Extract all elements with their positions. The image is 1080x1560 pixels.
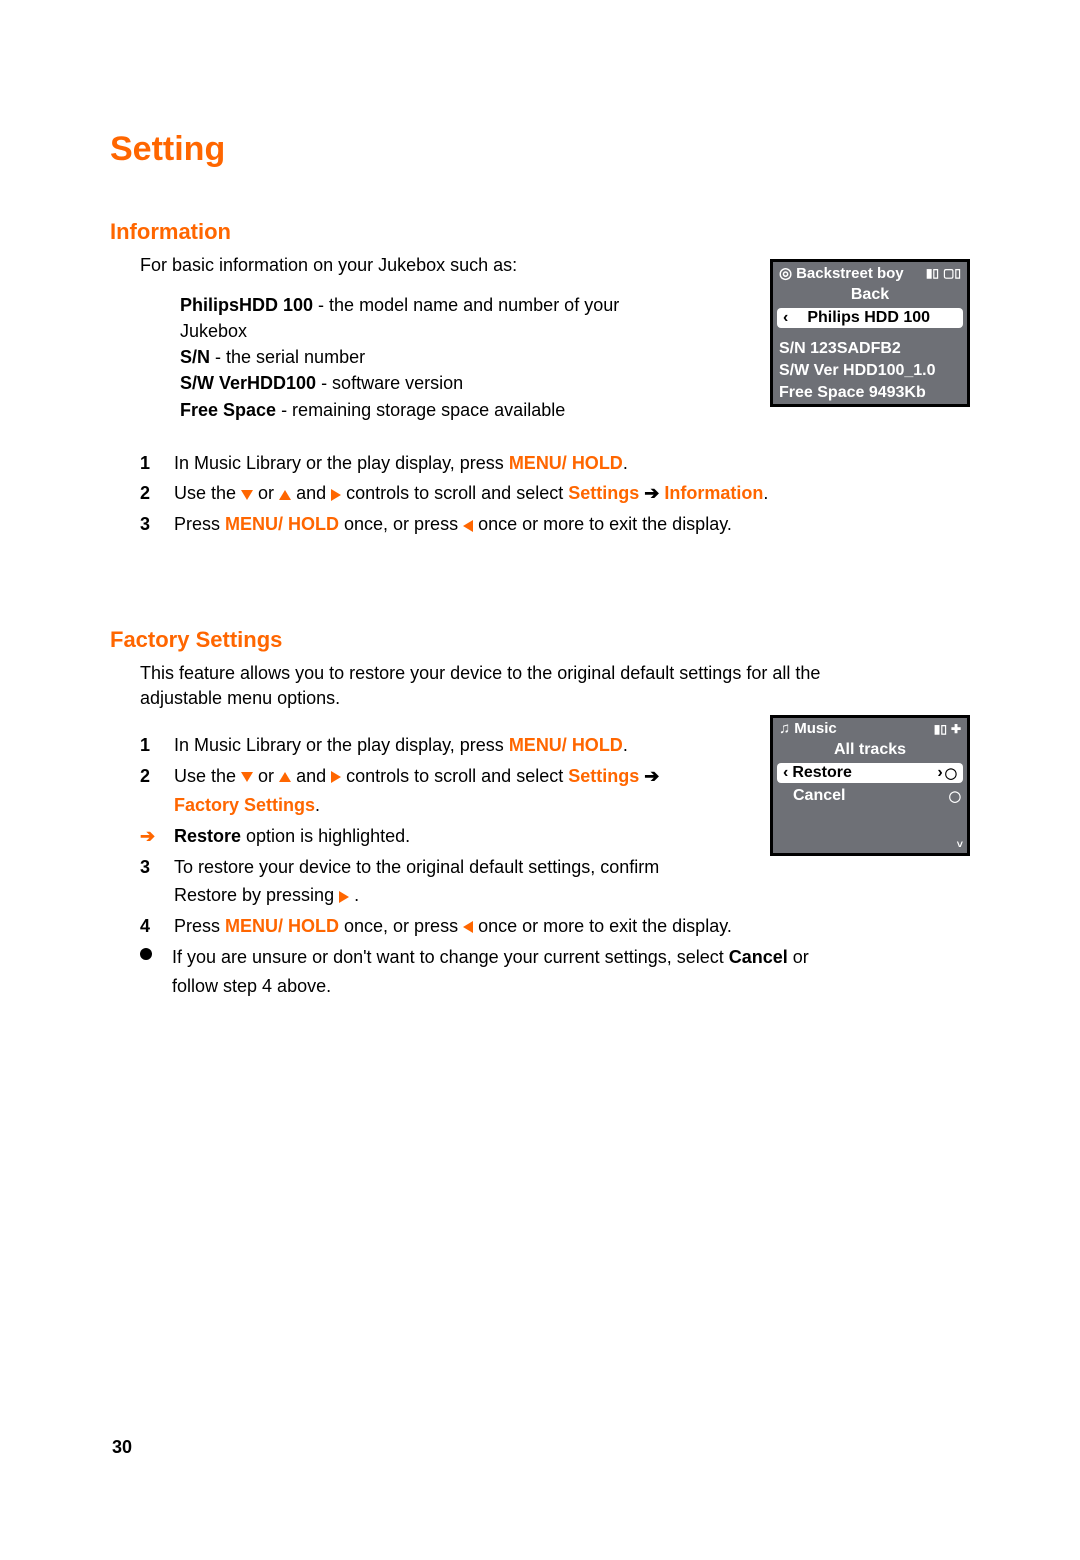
device-selected-label: Philips HDD 100 (807, 309, 930, 327)
music-note-icon: ♫ (779, 720, 790, 737)
triangle-up-icon (279, 490, 291, 500)
information-heading: Information (110, 219, 970, 245)
dot-icon: ◯ (949, 790, 961, 803)
step-number: 1 (140, 731, 174, 760)
triangle-right-icon (331, 489, 341, 501)
device-info-sn: S/N 123SADFB2 (773, 338, 967, 360)
device-row-cancel: Cancel ◯ (773, 785, 967, 807)
step-number: 1 (140, 449, 174, 478)
status-song: Backstreet boy (796, 265, 904, 282)
device-row-restore: ‹ Restore › ◯ (777, 763, 963, 783)
arrow-right-icon (644, 766, 659, 786)
left-arrow-icon: ‹ (783, 309, 788, 327)
information-intro: For basic information on your Jukebox su… (140, 253, 650, 278)
info-item-free: Free Space - remaining storage space ava… (180, 397, 640, 423)
manual-page: Setting ◎ Backstreet boy ▮▯ ▢▯ Back (0, 0, 1080, 1001)
factory-note-bullet: If you are unsure or don't want to chang… (140, 943, 970, 1001)
triangle-right-icon (331, 771, 341, 783)
arrow-right-icon: ➔ (140, 822, 174, 851)
information-section: ◎ Backstreet boy ▮▯ ▢▯ Back ‹ Philips HD… (110, 219, 970, 539)
triangle-up-icon (279, 772, 291, 782)
battery-icon: ▢▯ (943, 266, 961, 280)
device-info-sw: S/W Ver HDD100_1.0 (773, 360, 967, 382)
dot-icon: ◯ (945, 767, 957, 780)
signal-icon: ▮▯ (934, 722, 947, 736)
information-steps: 1 In Music Library or the play display, … (140, 449, 970, 539)
factory-device-screen: ♫ Music ▮▯ ✚ All tracks ‹ Restore (770, 715, 970, 856)
info-item-sw: S/W VerHDD100 - software version (180, 370, 640, 396)
triangle-left-icon (463, 921, 473, 933)
info-item-sn: S/N - the serial number (180, 344, 640, 370)
info-step-1: 1 In Music Library or the play display, … (140, 449, 970, 478)
status-music: Music (794, 720, 837, 737)
device-row-alltracks: All tracks (773, 739, 967, 761)
arrow-right-icon (644, 483, 659, 503)
cd-icon: ◎ (779, 264, 792, 282)
device-status-bar: ◎ Backstreet boy ▮▯ ▢▯ (773, 262, 967, 284)
triangle-down-icon (241, 490, 253, 500)
info-step-2: 2 Use the or and controls to scroll and … (140, 479, 970, 508)
info-device-screen: ◎ Backstreet boy ▮▯ ▢▯ Back ‹ Philips HD… (770, 259, 970, 407)
device-row-back: Back (773, 284, 967, 306)
bullet-dot-icon (140, 948, 152, 960)
device-status-bar: ♫ Music ▮▯ ✚ (773, 718, 967, 739)
factory-intro: This feature allows you to restore your … (140, 661, 880, 711)
step-number: 3 (140, 853, 174, 882)
factory-heading: Factory Settings (110, 627, 970, 653)
info-item-model: PhilipsHDD 100 - the model name and numb… (180, 292, 640, 344)
step-number: 2 (140, 479, 174, 508)
device-row-selected: ‹ Philips HDD 100 (777, 308, 963, 328)
signal-icon: ▮▯ (926, 266, 939, 280)
triangle-left-icon (463, 520, 473, 532)
step-number: 4 (140, 912, 174, 941)
triangle-down-icon (241, 772, 253, 782)
triangle-right-icon (339, 891, 349, 903)
battery-icon: ✚ (951, 722, 961, 736)
factory-step-4: 4 Press MENU/ HOLD once, or press once o… (140, 912, 970, 941)
page-number: 30 (112, 1437, 132, 1458)
left-arrow-icon: ‹ (783, 764, 788, 782)
step-number: 3 (140, 510, 174, 539)
scroll-indicator-icon: ˅ (957, 839, 963, 851)
right-arrow-icon: › (937, 764, 942, 782)
factory-step-3: 3 To restore your device to the original… (140, 853, 970, 911)
device-info-free: Free Space 9493Kb (773, 382, 967, 404)
factory-section: ♫ Music ▮▯ ✚ All tracks ‹ Restore (110, 627, 970, 1001)
device-selected-label: Restore (792, 764, 852, 782)
page-title: Setting (110, 130, 970, 169)
step-number: 2 (140, 762, 174, 791)
info-step-3: 3 Press MENU/ HOLD once, or press once o… (140, 510, 970, 539)
